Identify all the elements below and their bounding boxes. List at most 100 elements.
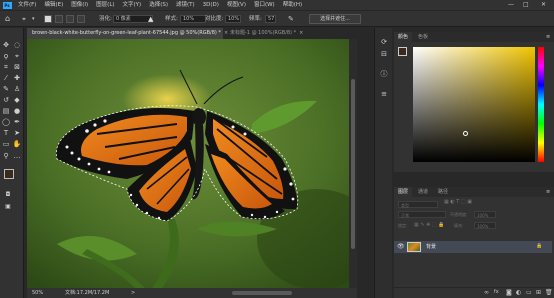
pen-pressure-icon[interactable]: ✎ bbox=[288, 14, 294, 24]
eyedropper-tool-icon[interactable]: ⁄ bbox=[1, 74, 11, 83]
menu-help[interactable]: 帮助(H) bbox=[279, 0, 306, 10]
link-layers-icon[interactable]: ∞ bbox=[484, 289, 489, 296]
frequency-input[interactable]: 57 bbox=[265, 15, 276, 23]
vertical-scrollbar[interactable] bbox=[349, 39, 357, 288]
adjustment-layer-icon[interactable]: ◐ bbox=[516, 289, 521, 296]
menu-type[interactable]: 文字(Y) bbox=[119, 0, 146, 10]
filter-icons[interactable]: ▦ ◐ T ⬚ ▣ bbox=[444, 199, 472, 205]
properties-panel-icon[interactable]: ⊟ bbox=[379, 50, 389, 59]
layer-name[interactable]: 背景 bbox=[426, 243, 436, 250]
dodge-tool-icon[interactable]: ◯ bbox=[1, 118, 11, 127]
quick-mask-icon[interactable]: ◘ bbox=[3, 190, 13, 199]
opacity-input[interactable]: 100% bbox=[474, 211, 496, 218]
hue-slider[interactable] bbox=[538, 47, 544, 162]
visibility-eye-icon[interactable]: 👁 bbox=[397, 243, 405, 250]
zoom-tool-icon[interactable]: ⚲ bbox=[1, 152, 11, 161]
maximize-button[interactable]: □ bbox=[523, 0, 529, 10]
layers-panel-tabs: 图层 通道 路径 ≡ bbox=[394, 187, 554, 197]
delete-layer-icon[interactable]: 🗑 bbox=[545, 289, 553, 296]
screen-mode-icon[interactable]: ▣ bbox=[3, 202, 13, 211]
foreground-color-swatch[interactable] bbox=[4, 169, 14, 179]
tool-preset-dropdown-icon[interactable]: ▾ bbox=[32, 14, 35, 24]
brush-tool-icon[interactable]: ✎ bbox=[1, 85, 11, 94]
brush-shape-icon[interactable]: ▲ bbox=[148, 14, 153, 24]
tab-paths[interactable]: 路径 bbox=[434, 187, 452, 197]
picker-cursor[interactable] bbox=[463, 131, 468, 136]
menu-filter[interactable]: 滤镜(T) bbox=[172, 0, 199, 10]
menu-window[interactable]: 窗口(W) bbox=[250, 0, 279, 10]
layer-row-background[interactable]: 👁 背景 🔒 bbox=[394, 241, 552, 253]
layer-filter-dropdown[interactable]: 类型 bbox=[398, 201, 438, 208]
intersect-selection-icon[interactable] bbox=[77, 15, 85, 23]
panel-menu-icon[interactable]: ≡ bbox=[542, 32, 554, 42]
width-input[interactable]: 10% bbox=[180, 15, 206, 23]
add-selection-icon[interactable] bbox=[55, 15, 63, 23]
menu-select[interactable]: 选择(S) bbox=[145, 0, 172, 10]
horizontal-scroll-thumb[interactable] bbox=[232, 291, 292, 295]
tab-layers[interactable]: 图层 bbox=[394, 187, 413, 197]
menu-image[interactable]: 图像(I) bbox=[67, 0, 92, 10]
foreground-color-fill bbox=[5, 170, 13, 178]
new-selection-icon[interactable] bbox=[44, 15, 52, 23]
menu-layer[interactable]: 图层(L) bbox=[92, 0, 118, 10]
frequency-label: 频率: bbox=[249, 16, 262, 22]
type-tool-icon[interactable]: T bbox=[1, 129, 11, 138]
fill-input[interactable]: 100% bbox=[474, 222, 496, 229]
tab-untitled-document[interactable]: 未标题-1 @ 100%(RGB/8) * × bbox=[225, 28, 325, 39]
gradient-tool-icon[interactable]: ▤ bbox=[1, 107, 11, 116]
marquee-tool-icon[interactable]: ◌ bbox=[12, 41, 22, 50]
history-brush-tool-icon[interactable]: ↺ bbox=[1, 96, 11, 105]
scroll-thumb[interactable] bbox=[351, 79, 355, 249]
quick-select-tool-icon[interactable]: ⌖ bbox=[12, 52, 22, 61]
more-tools-icon[interactable]: … bbox=[12, 152, 22, 161]
pen-tool-icon[interactable]: ✒ bbox=[12, 118, 22, 127]
color-panel-foreground-swatch[interactable] bbox=[398, 47, 407, 56]
fx-icon[interactable]: fx bbox=[494, 289, 499, 295]
new-layer-icon[interactable]: ⊞ bbox=[536, 289, 541, 296]
history-panel-icon[interactable]: ⟳ bbox=[379, 38, 389, 47]
tab-swatches[interactable]: 色板 bbox=[414, 32, 432, 42]
zoom-level[interactable]: 50% bbox=[32, 288, 43, 298]
blend-mode-dropdown[interactable]: 正常 bbox=[398, 211, 446, 218]
hand-tool-icon[interactable]: ✋ bbox=[12, 140, 22, 149]
tab-butterfly-document[interactable]: brown-black-white-butterfly-on-green-lea… bbox=[27, 28, 228, 39]
menu-3d[interactable]: 3D(D) bbox=[199, 0, 223, 10]
tab-channels[interactable]: 通道 bbox=[414, 187, 432, 197]
minimize-button[interactable]: — bbox=[508, 0, 514, 10]
document-tabs: brown-black-white-butterfly-on-green-lea… bbox=[27, 28, 357, 39]
healing-tool-icon[interactable]: ✚ bbox=[12, 74, 22, 83]
document-canvas[interactable] bbox=[27, 39, 349, 288]
select-and-mask-button[interactable]: 选择并遮住... bbox=[309, 14, 361, 24]
stamp-tool-icon[interactable]: ♙ bbox=[12, 85, 22, 94]
new-group-icon[interactable]: ▭ bbox=[526, 289, 532, 296]
tab-color[interactable]: 颜色 bbox=[394, 32, 413, 42]
shape-tool-icon[interactable]: ▭ bbox=[1, 140, 11, 149]
blur-tool-icon[interactable]: ● bbox=[12, 107, 22, 116]
menu-file[interactable]: 文件(F) bbox=[14, 0, 40, 10]
eraser-tool-icon[interactable]: ◆ bbox=[12, 96, 22, 105]
layer-filter-value: 类型 bbox=[401, 203, 409, 208]
close-button[interactable]: ✕ bbox=[541, 0, 546, 10]
lock-icons[interactable]: ▦ ✎ ✥ ⬚ 🔒 bbox=[414, 222, 444, 228]
quick-selection-tool-icon[interactable]: ⌖ bbox=[22, 14, 26, 24]
document-size: 文档:17.2M/17.2M bbox=[65, 290, 110, 296]
add-mask-icon[interactable]: ◙ bbox=[506, 289, 512, 296]
color-picker-field[interactable] bbox=[413, 47, 535, 162]
move-tool-icon[interactable]: ✥ bbox=[1, 41, 11, 50]
feather-input[interactable]: 0 像素 bbox=[113, 15, 153, 23]
status-menu-arrow[interactable]: > bbox=[131, 288, 135, 298]
info-panel-icon[interactable]: ⓘ bbox=[379, 70, 389, 79]
path-select-tool-icon[interactable]: ➤ bbox=[12, 129, 22, 138]
frame-tool-icon[interactable]: ⊠ bbox=[12, 63, 22, 72]
crop-tool-icon[interactable]: ⌗ bbox=[1, 63, 11, 72]
menu-view[interactable]: 视图(V) bbox=[223, 0, 250, 10]
layers-menu-icon[interactable]: ≡ bbox=[542, 187, 554, 197]
subtract-selection-icon[interactable] bbox=[66, 15, 74, 23]
adjustments-panel-icon[interactable]: ≡ bbox=[379, 90, 389, 99]
home-icon[interactable]: ⌂ bbox=[5, 14, 10, 24]
lasso-tool-icon[interactable]: ϙ bbox=[1, 52, 11, 61]
close-tab-icon[interactable]: × bbox=[299, 30, 303, 36]
style-label: 样式: bbox=[165, 16, 178, 22]
contrast-input[interactable]: 10% bbox=[225, 15, 241, 23]
menu-edit[interactable]: 编辑(E) bbox=[40, 0, 67, 10]
